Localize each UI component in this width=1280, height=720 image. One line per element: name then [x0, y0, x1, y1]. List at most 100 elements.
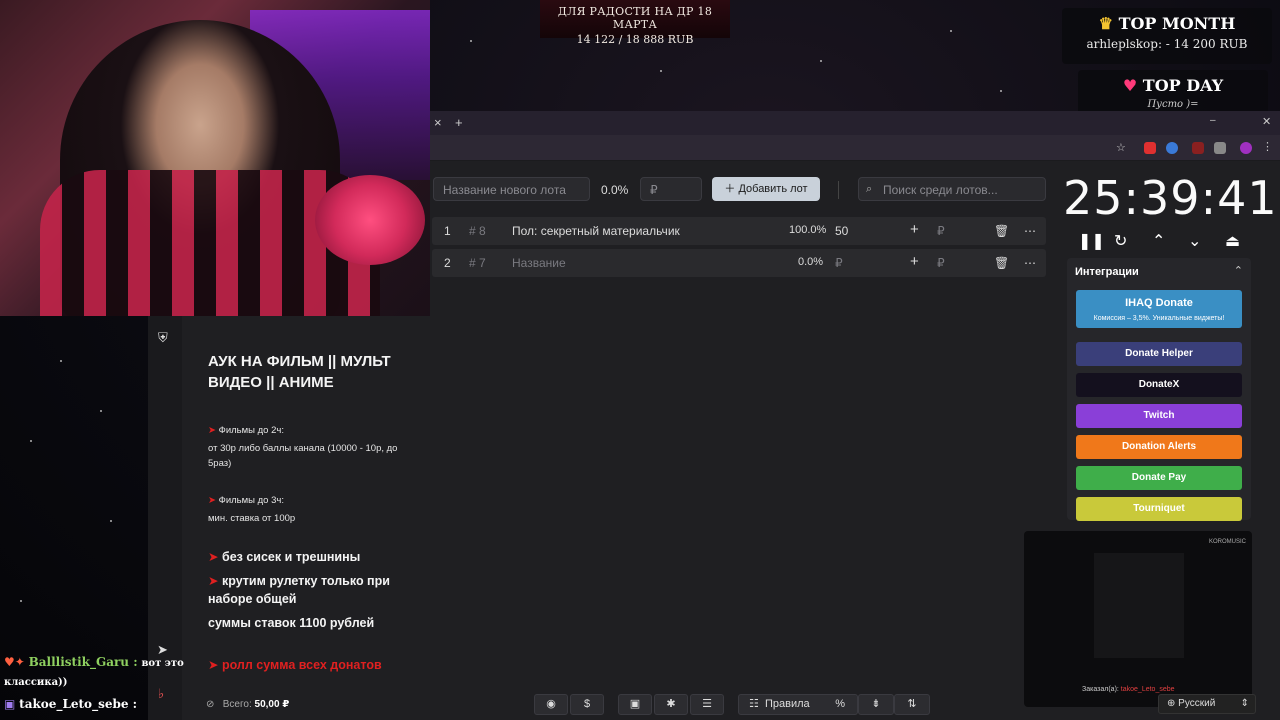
puzzle-icon[interactable] — [1214, 142, 1226, 154]
add-bid-icon[interactable]: + — [910, 253, 919, 270]
lot-percent: 100.0% — [789, 224, 827, 236]
description-title: АУК НА ФИЛЬМ || МУЛЬТ ВИДЕО || АНИМЕ — [208, 353, 391, 391]
new-lot-name-input[interactable]: Название нового лота — [433, 177, 590, 201]
trash-icon[interactable]: 🗑 — [994, 256, 1009, 270]
extension-icon[interactable] — [1192, 142, 1204, 154]
auction-description: АУК НА ФИЛЬМ || МУЛЬТ ВИДЕО || АНИМЕ ➤ Ф… — [208, 351, 423, 674]
profile-avatar[interactable] — [1240, 142, 1252, 154]
rule-2: крутим рулетку только при наборе общей — [208, 574, 390, 606]
arrow-icon: ➤ — [208, 574, 219, 588]
ihaq-donate-button[interactable]: IHAQ Donate Комиссия – 3,5%. Уникальные … — [1076, 290, 1242, 328]
add-lot-button[interactable]: ＋ Добавить лот — [712, 177, 820, 201]
donate-helper-button[interactable]: Donate Helper — [1076, 342, 1242, 366]
rules-button[interactable]: ☷ Правила % — [738, 694, 858, 715]
reset-icon[interactable]: ↻ — [1114, 231, 1127, 251]
extension-icon[interactable] — [1166, 142, 1178, 154]
total-value: 50,00 ₽ — [254, 699, 290, 710]
goal-progress: 14 122 / 18 888 RUB — [576, 33, 694, 46]
minimize-icon[interactable]: – — [1210, 115, 1216, 126]
lot-id: # 7 — [469, 256, 486, 270]
twitch-button[interactable]: Twitch — [1076, 404, 1242, 428]
lot-name[interactable]: Пол: секретный материальчик — [512, 224, 680, 238]
donate-pay-button[interactable]: Donate Pay — [1076, 466, 1242, 490]
chevron-down-icon: ⇕ — [1240, 698, 1249, 709]
list-icon: ☷ — [749, 698, 759, 710]
films-3h-text: мин. ставка от 100р — [208, 513, 296, 524]
donatex-button[interactable]: DonateX — [1076, 373, 1242, 397]
star-icon[interactable]: ☆ — [1116, 141, 1128, 154]
more-icon[interactable]: ⋯ — [1024, 256, 1036, 270]
ordered-label: Заказал(а): — [1082, 686, 1119, 693]
chat-text-continued: классика)) — [4, 677, 68, 688]
top-month-title: TOP MONTH — [1118, 14, 1236, 33]
more-icon[interactable]: ⋯ — [1024, 224, 1036, 238]
crown-icon: ♛ — [1098, 14, 1113, 33]
search-icon: ⌕ — [866, 183, 873, 195]
percent-label: % — [835, 698, 845, 710]
music-widget: KOROMUSIC Заказал(а): takoe_Leto_sebe — [1024, 531, 1252, 707]
ihaq-donate-sub: Комиссия – 3,5%. Уникальные виджеты! — [1093, 315, 1225, 322]
history-icon[interactable]: ☰ — [690, 694, 724, 715]
arrow-icon: ➤ — [208, 495, 216, 506]
address-bar[interactable]: ☆ ⋮ — [430, 135, 1280, 161]
eye-off-icon[interactable]: ⊘ — [206, 699, 214, 710]
new-lot-percent: 0.0% — [601, 183, 629, 197]
rule-4: ролл сумма всех донатов — [221, 658, 382, 672]
heart-icon: ♥ — [1122, 76, 1138, 95]
lot-amount[interactable]: 50 — [835, 224, 848, 238]
menu-dots-icon[interactable]: ⋮ — [1262, 140, 1274, 153]
lot-search-input[interactable]: ⌕ Поиск среди лотов... — [858, 177, 1046, 201]
lot-amount[interactable]: ₽ — [835, 256, 843, 270]
films-2h-title: Фильмы до 2ч: — [218, 425, 284, 436]
bug-icon[interactable]: ✱ — [654, 694, 688, 715]
webcam-feed — [0, 0, 430, 316]
tab-bar: × + – ✕ — [430, 111, 1280, 135]
music-order: Заказал(а): takoe_Leto_sebe — [1082, 686, 1175, 693]
goal-title: ДЛЯ РАДОСТИ НА ДР 18 МАРТА — [557, 5, 713, 31]
donation-alerts-button[interactable]: Donation Alerts — [1076, 435, 1242, 459]
lot-percent: 0.0% — [798, 256, 824, 268]
new-tab-button[interactable]: + — [455, 115, 463, 130]
lot-currency: ₽ — [937, 224, 945, 238]
brand-icon[interactable]: ♭ — [158, 686, 164, 702]
window-close-icon[interactable]: ✕ — [1262, 115, 1271, 128]
arrow-icon: ➤ — [208, 658, 219, 672]
chat-message: ▣ takoe_Leto_sebe : — [4, 697, 137, 711]
language-select[interactable]: ⊕ Русский ⇕ — [1158, 694, 1256, 714]
collapse-icon[interactable]: ⌃ — [1234, 264, 1243, 277]
chat-text: вот это — [141, 658, 184, 669]
top-day-value: Пусто )= — [1147, 99, 1199, 110]
split-icon[interactable]: ⇟ — [858, 694, 894, 715]
add-bid-icon[interactable]: + — [910, 221, 919, 238]
language-label: Русский — [1178, 698, 1216, 709]
music-brand: KOROMUSIC — [1208, 539, 1246, 545]
pause-icon[interactable]: ❚❚ — [1078, 231, 1105, 251]
extension-icon[interactable] — [1144, 142, 1156, 154]
shield-icon[interactable]: ⛨ — [158, 330, 168, 346]
chat-nick: Balllistik_Garu : — [28, 655, 138, 669]
dollar-icon[interactable]: $ — [570, 694, 604, 715]
badge-icon: ▣ — [4, 697, 16, 711]
sort-icon[interactable]: ⇅ — [894, 694, 930, 715]
chevron-up-icon[interactable]: ⌃ — [1152, 231, 1165, 251]
films-3h-title: Фильмы до 3ч: — [218, 495, 284, 506]
integrations-title: Интеграции — [1075, 266, 1139, 278]
ihaq-donate-label: IHAQ Donate — [1125, 297, 1193, 309]
lot-currency: ₽ — [937, 256, 945, 270]
close-tab-icon[interactable]: × — [434, 115, 442, 130]
add-lot-label: Добавить лот — [738, 183, 808, 195]
orderer-name: takoe_Leto_sebe — [1120, 686, 1175, 693]
new-lot-amount-input[interactable]: ₽ — [640, 177, 702, 201]
lot-row[interactable]: 2 # 7 Название 0.0% ₽ + ₽ 🗑 ⋯ — [432, 249, 1046, 277]
save-icon[interactable]: ▣ — [618, 694, 652, 715]
trash-icon[interactable]: 🗑 — [994, 224, 1009, 238]
lot-row[interactable]: 1 # 8 Пол: секретный материальчик 100.0%… — [432, 217, 1046, 245]
github-icon[interactable]: ◉ — [534, 694, 568, 715]
eject-icon[interactable]: ⏏ — [1225, 231, 1240, 251]
album-cover — [1094, 553, 1184, 658]
lot-name[interactable]: Название — [512, 256, 566, 270]
lot-search-placeholder: Поиск среди лотов... — [883, 183, 998, 197]
tourniquet-button[interactable]: Tourniquet — [1076, 497, 1242, 521]
lot-index: 2 — [444, 256, 451, 270]
chevron-down-icon[interactable]: ⌄ — [1188, 231, 1201, 251]
